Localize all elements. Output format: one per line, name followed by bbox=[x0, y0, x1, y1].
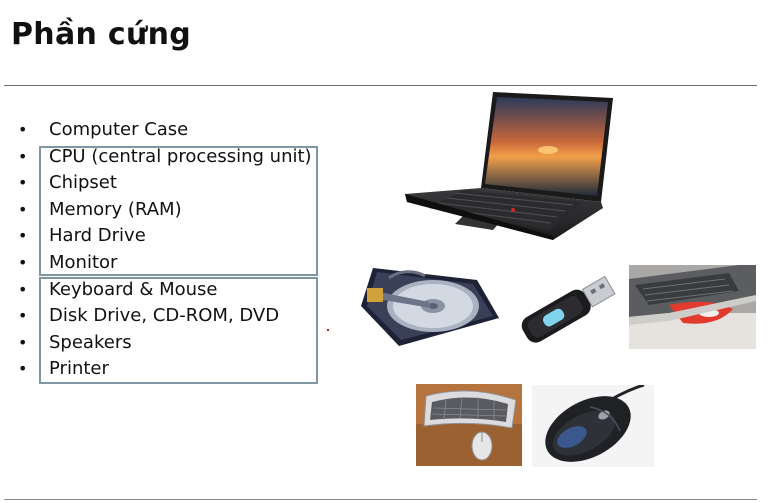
mouse-image bbox=[532, 385, 654, 467]
usb-flash-drive-image bbox=[509, 264, 623, 350]
slide: Phần cứng • Computer Case • CPU (central p… bbox=[0, 0, 775, 503]
stray-mark bbox=[327, 329, 329, 331]
bullet-icon: • bbox=[18, 252, 28, 272]
internal-components-box bbox=[39, 146, 318, 276]
bullet-icon: • bbox=[18, 173, 28, 193]
hard-drive-image bbox=[359, 262, 501, 348]
laptop-image bbox=[403, 90, 625, 242]
slide-title: Phần cứng bbox=[11, 17, 192, 52]
title-divider bbox=[4, 85, 757, 86]
bullet-icon: • bbox=[18, 359, 28, 379]
bullet-icon: • bbox=[18, 120, 28, 139]
bullet-icon: • bbox=[18, 146, 28, 166]
bullet-icon: • bbox=[18, 306, 28, 326]
footer-divider bbox=[4, 499, 757, 500]
peripheral-devices-box bbox=[39, 277, 318, 384]
list-item-label: Computer Case bbox=[49, 119, 189, 140]
optical-disc-drive-image bbox=[629, 265, 756, 349]
bullet-icon: • bbox=[18, 226, 28, 246]
bullet-icon: • bbox=[18, 279, 28, 299]
bullet-icon: • bbox=[18, 199, 28, 219]
keyboard-mouse-image bbox=[416, 384, 522, 466]
bullet-icon: • bbox=[18, 332, 28, 352]
